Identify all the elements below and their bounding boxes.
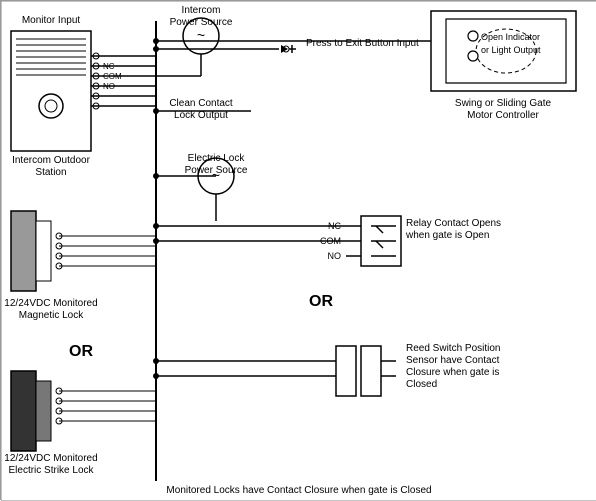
electric-lock-power-label: Electric Lock [188,153,246,164]
svg-text:Motor Controller: Motor Controller [467,110,539,121]
svg-text:Closed: Closed [406,379,437,390]
svg-text:Electric Strike Lock: Electric Strike Lock [8,465,94,476]
svg-text:Power Source: Power Source [170,17,233,28]
svg-text:Closure when gate is: Closure when gate is [406,367,499,378]
swing-gate-label: Swing or Sliding Gate [455,98,552,109]
or-label-2: OR [69,343,93,360]
or-label-1: OR [309,293,333,310]
reed-switch-label: Reed Switch Position [406,343,501,354]
intercom-power-label: Intercom [182,5,221,16]
svg-text:Magnetic Lock: Magnetic Lock [19,310,84,321]
clean-contact-label: Clean Contact [169,98,233,109]
monitor-input-label: Monitor Input [22,15,81,26]
svg-text:when gate is Open: when gate is Open [405,230,489,241]
bottom-note: Monitored Locks have Contact Closure whe… [166,485,431,496]
svg-text:Station: Station [35,167,66,178]
magnetic-lock-label: 12/24VDC Monitored [4,298,97,309]
electric-strike-label: 12/24VDC Monitored [4,453,97,464]
relay-contact-label: Relay Contact Opens [406,218,501,229]
svg-text:or Light Output: or Light Output [481,45,541,55]
svg-text:Sensor have Contact: Sensor have Contact [406,355,500,366]
intercom-outdoor-station-label: Intercom Outdoor [12,155,90,166]
svg-text:Power Source: Power Source [185,165,248,176]
wiring-diagram: Monitor Input Intercom Outdoor Station C… [0,0,596,500]
svg-text:Open Indicator: Open Indicator [481,32,540,42]
press-to-exit-label: Press to Exit Button Input [306,38,419,49]
no-relay-label: NO [328,251,342,261]
